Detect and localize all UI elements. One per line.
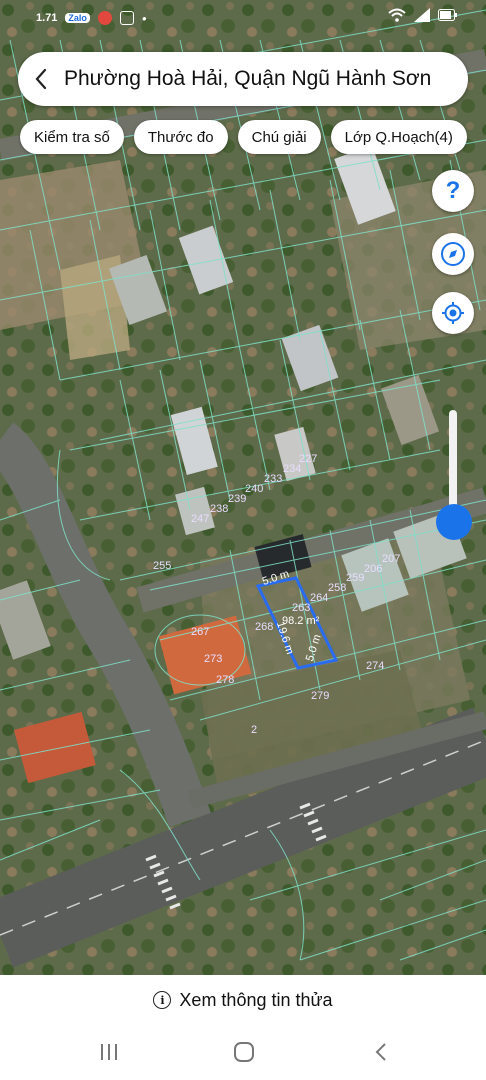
zalo-badge: Zalo [65, 13, 90, 23]
help-icon: ? [445, 177, 461, 204]
page-title: Phường Hoà Hải, Quận Ngũ Hành Sơn [64, 67, 432, 90]
ruler-chip[interactable]: Thước đo [133, 120, 228, 154]
lot-number: 206 [364, 563, 383, 575]
lot-info-label: Xem thông tin thửa [179, 989, 333, 1010]
status-bar: 1.71 Zalo • [0, 0, 486, 38]
lot-number: 273 [204, 653, 223, 665]
status-text: 1.71 [36, 12, 58, 24]
lot-number: 268 [255, 621, 274, 633]
lot-area: 98.2 m² [282, 615, 320, 627]
help-button[interactable]: ? [432, 170, 474, 212]
navigation-bar [0, 1025, 486, 1080]
lot-number: 247 [191, 513, 210, 525]
recent-apps-button[interactable] [94, 1039, 124, 1065]
lot-number: 240 [245, 483, 264, 495]
lot-number: 278 [216, 674, 235, 686]
chevron-left-icon [35, 68, 47, 90]
legend-chip[interactable]: Chú giải [237, 120, 321, 154]
lot-number: 207 [382, 553, 401, 565]
compass-icon [441, 242, 465, 266]
lot-number: 255 [153, 560, 172, 572]
lot-number: 264 [310, 592, 329, 604]
lot-number: 238 [210, 503, 229, 515]
lot-number: 227 [299, 453, 318, 465]
info-icon: i [153, 991, 172, 1009]
planning-layer-chip[interactable]: Lớp Q.Hoạch(4) [330, 120, 467, 154]
home-icon [234, 1042, 254, 1062]
lot-number: 2 [251, 724, 258, 736]
lot-number: 259 [346, 572, 365, 584]
toolbar-chips: Kiểm tra số Thước đo Chú giải Lớp Q.Hoạc… [20, 120, 467, 154]
back-button[interactable] [18, 52, 64, 106]
lot-number: 239 [228, 493, 247, 505]
home-button[interactable] [229, 1039, 259, 1065]
instagram-icon [119, 11, 134, 25]
notification-icon [97, 11, 112, 25]
compass-button[interactable] [432, 233, 474, 275]
status-dot: • [141, 10, 147, 26]
check-number-chip[interactable]: Kiểm tra số [20, 120, 124, 154]
recent-apps-icon [101, 1044, 117, 1060]
lot-number: 263 [292, 602, 311, 614]
wifi-icon [388, 8, 406, 22]
lot-number: 233 [264, 473, 283, 485]
lot-number: 279 [311, 690, 330, 702]
lot-number: 267 [191, 626, 210, 638]
lot-number: 274 [366, 660, 385, 672]
signal-icon [414, 8, 430, 22]
back-nav-button[interactable] [366, 1039, 396, 1065]
back-icon [375, 1043, 386, 1061]
my-location-button[interactable] [432, 292, 474, 334]
title-bar: Phường Hoà Hải, Quận Ngũ Hành Sơn [18, 52, 468, 106]
battery-icon [438, 9, 457, 21]
lot-info-panel[interactable]: i Xem thông tin thửa [0, 975, 486, 1025]
my-location-icon [442, 302, 464, 324]
lot-number: 234 [283, 463, 302, 475]
lot-number: 258 [328, 582, 347, 594]
